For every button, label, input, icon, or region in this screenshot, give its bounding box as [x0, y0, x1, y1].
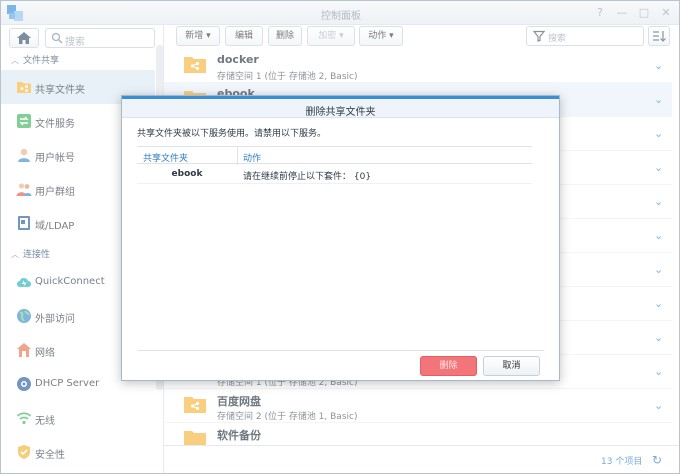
- dialog-delete-button[interactable]: 删除: [420, 356, 477, 376]
- control-panel-window: 控制面板 ? — □ ✕ 搜索 ︿ 文件共享 共享文件夹 文件服务 用户帐号 用…: [0, 0, 680, 474]
- cell-action: 请在继续前停止以下套件： {0}: [243, 172, 372, 182]
- dialog-header: 删除共享文件夹: [122, 96, 559, 118]
- delete-shared-folder-dialog: 删除共享文件夹 共享文件夹被以下服务使用。请禁用以下服务。 共享文件夹 动作 e…: [121, 95, 560, 381]
- column-header-action[interactable]: 动作: [243, 151, 261, 164]
- table-header: 共享文件夹 动作: [137, 146, 532, 165]
- services-table: 共享文件夹 动作 ebook 请在继续前停止以下套件： {0}: [137, 146, 532, 186]
- column-header-folder[interactable]: 共享文件夹: [143, 151, 188, 164]
- dialog-title: 删除共享文件夹: [305, 107, 376, 118]
- dialog-divider: [137, 350, 544, 351]
- dialog-message: 共享文件夹被以下服务使用。请禁用以下服务。: [137, 129, 327, 139]
- table-row[interactable]: ebook 请在继续前停止以下套件： {0}: [137, 164, 532, 184]
- dialog-cancel-button[interactable]: 取消: [483, 356, 540, 376]
- cell-folder: ebook: [171, 169, 203, 179]
